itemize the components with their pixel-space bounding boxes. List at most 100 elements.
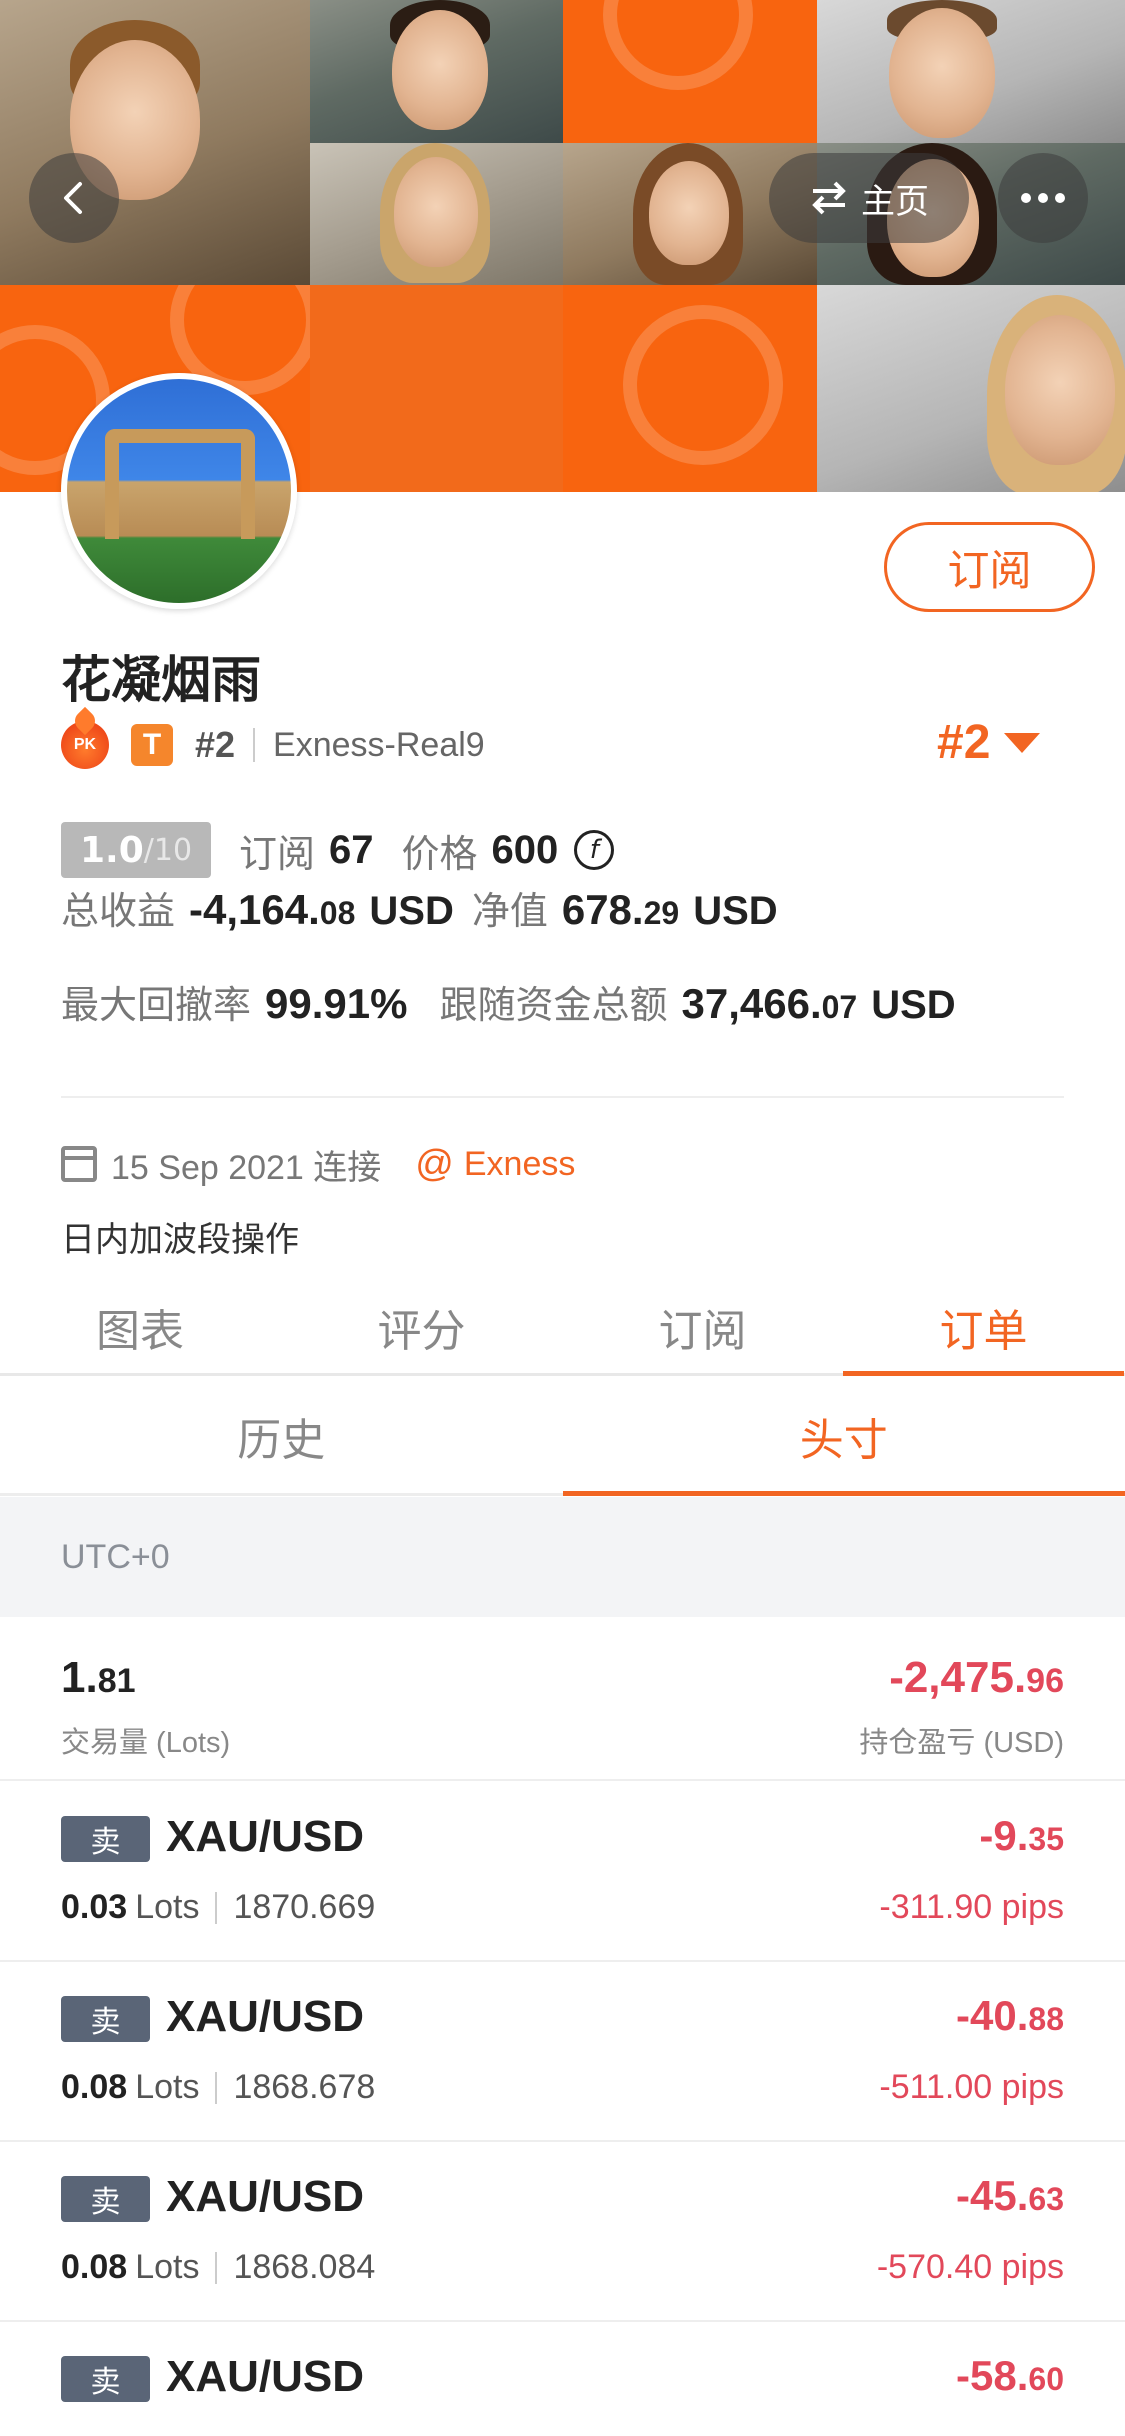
divider bbox=[215, 1891, 218, 1924]
divider bbox=[215, 2251, 218, 2284]
follow-label: 跟随资金总额 bbox=[439, 983, 668, 1027]
position-row[interactable]: 卖 XAU/USD 0.08 Lots 1868.678 -40.88 -511.0… bbox=[0, 1962, 1125, 2142]
broker-account: Exness-Real9 bbox=[273, 725, 485, 764]
stats-row-2: 总收益 -4,164.08 USD 净值 678.29 USD bbox=[61, 880, 796, 940]
position-pl-dec: 35 bbox=[1028, 1821, 1064, 1857]
lots-info: 0.08 Lots 1868.678 bbox=[61, 2068, 375, 2107]
subtab-history[interactable]: 历史 bbox=[0, 1378, 563, 1493]
open-price: 1870.669 bbox=[233, 1888, 376, 1926]
total-profit-value: -4,164.08 bbox=[189, 886, 355, 934]
equity-label: 净值 bbox=[471, 889, 548, 933]
equity-int: 678. bbox=[561, 886, 644, 933]
divider bbox=[61, 1096, 1064, 1098]
at-icon: @ bbox=[415, 1142, 454, 1185]
lots-info: 0.08 Lots 1868.084 bbox=[61, 2248, 375, 2287]
rank-dropdown[interactable]: #2 bbox=[937, 715, 1041, 770]
back-button[interactable] bbox=[29, 153, 119, 243]
position-pl: -58.60 bbox=[956, 2352, 1064, 2400]
home-label: 主页 bbox=[861, 182, 929, 221]
timezone-label: UTC+0 bbox=[61, 1537, 170, 1576]
tab-rating[interactable]: 评分 bbox=[281, 1280, 562, 1373]
floating-pl: -2,475.96 bbox=[889, 1653, 1064, 1703]
position-row[interactable]: 卖 XAU/USD 0.03 Lots 1870.669 -9.35 -311.90… bbox=[0, 1782, 1125, 1962]
price-value: 600 bbox=[491, 827, 559, 872]
position-pl-int: -40. bbox=[956, 1992, 1029, 2039]
stats-row-3: 最大回撤率 99.91% 跟随资金总额 37,466.07 USD bbox=[61, 974, 974, 1034]
tab-subscriptions[interactable]: 订阅 bbox=[562, 1280, 843, 1373]
symbol: XAU/USD bbox=[166, 1812, 365, 1861]
drawdown-value: 99.91% bbox=[265, 980, 408, 1027]
score-denominator: /10 bbox=[143, 832, 193, 868]
badge-row: PK T #2 Exness-Real9 bbox=[61, 718, 485, 772]
score-main: 1.0 bbox=[79, 829, 144, 871]
follow-dec: 07 bbox=[821, 989, 858, 1025]
follow-value: 37,466.07 bbox=[681, 980, 857, 1028]
connect-date: 15 Sep 2021 连接 bbox=[111, 1148, 382, 1187]
positions-summary: 1.81 交易量 (Lots) -2,475.96 持仓盈亏 (USD) bbox=[0, 1617, 1125, 1781]
more-button[interactable] bbox=[998, 153, 1088, 243]
lots-value: 0.08 bbox=[61, 2248, 128, 2286]
symbol: XAU/USD bbox=[166, 1992, 365, 2041]
lots-unit: Lots bbox=[135, 1888, 200, 1926]
position-pips: -311.90 pips bbox=[879, 1888, 1064, 1926]
banner-photo bbox=[817, 0, 1125, 143]
lots-value: 0.08 bbox=[61, 2068, 128, 2106]
caret-down-icon bbox=[1004, 732, 1041, 753]
banner-tile bbox=[563, 0, 817, 143]
banner-tile bbox=[310, 285, 563, 492]
stats-row-1: 1.0/10 订阅 67 价格 600 f bbox=[61, 822, 615, 878]
position-pl: -9.35 bbox=[979, 1812, 1064, 1860]
subs-value: 67 bbox=[329, 827, 374, 872]
symbol: XAU/USD bbox=[166, 2172, 365, 2221]
side-tag: 卖 bbox=[61, 2356, 150, 2402]
subscribe-button[interactable]: 订阅 bbox=[884, 522, 1095, 612]
broker-link[interactable]: Exness bbox=[464, 1145, 576, 1184]
pl-int: -2,475. bbox=[889, 1653, 1027, 1702]
position-pl-dec: 60 bbox=[1028, 2361, 1064, 2397]
position-pl-dec: 88 bbox=[1028, 2001, 1064, 2037]
position-row[interactable]: 卖 XAU/USD -58.60 bbox=[0, 2322, 1125, 2436]
position-pl-dec: 63 bbox=[1028, 2181, 1064, 2217]
lots-info: 0.03 Lots 1870.669 bbox=[61, 1888, 375, 1927]
lots-unit: Lots bbox=[135, 2068, 200, 2106]
volume-dec: 81 bbox=[97, 1662, 136, 1700]
score-badge: 1.0/10 bbox=[61, 822, 211, 878]
position-pl-int: -58. bbox=[956, 2352, 1029, 2399]
trader-description: 日内加波段操作 bbox=[61, 1220, 299, 1260]
subtab-positions[interactable]: 头寸 bbox=[562, 1378, 1125, 1496]
position-pl: -45.63 bbox=[956, 2172, 1064, 2220]
volume-int: 1. bbox=[61, 1653, 98, 1702]
drawdown-label: 最大回撤率 bbox=[61, 983, 252, 1027]
trader-t-icon[interactable]: T bbox=[131, 724, 173, 766]
divider bbox=[253, 728, 256, 762]
back-chevron-icon bbox=[64, 182, 82, 214]
follow-int: 37,466. bbox=[681, 980, 822, 1027]
equity-unit: USD bbox=[693, 889, 778, 933]
tab-orders[interactable]: 订单 bbox=[843, 1280, 1124, 1376]
trader-name: 花凝烟雨 bbox=[61, 651, 261, 709]
position-pl: -40.88 bbox=[956, 1992, 1064, 2040]
side-tag: 卖 bbox=[61, 1996, 150, 2042]
divider bbox=[215, 2071, 218, 2104]
avatar-image bbox=[105, 429, 255, 539]
swap-icon bbox=[812, 181, 846, 215]
position-row[interactable]: 卖 XAU/USD 0.08 Lots 1868.084 -45.63 -570.4… bbox=[0, 2142, 1125, 2322]
price-label: 价格 bbox=[401, 831, 478, 876]
position-pips: -570.40 pips bbox=[876, 2248, 1064, 2286]
equity-value: 678.29 bbox=[562, 886, 679, 934]
avatar[interactable] bbox=[61, 373, 297, 609]
home-button[interactable]: 主页 bbox=[769, 153, 969, 243]
open-price: 1868.678 bbox=[233, 2068, 376, 2106]
rank-big-label: #2 bbox=[937, 716, 991, 769]
tab-chart[interactable]: 图表 bbox=[0, 1280, 281, 1373]
side-tag: 卖 bbox=[61, 1816, 150, 1862]
calendar-icon bbox=[61, 1146, 97, 1182]
symbol: XAU/USD bbox=[166, 2352, 365, 2401]
banner-photo bbox=[817, 285, 1125, 492]
position-pl-int: -9. bbox=[979, 1812, 1029, 1859]
pk-flame-icon[interactable]: PK bbox=[61, 721, 109, 769]
total-profit-unit: USD bbox=[369, 889, 454, 933]
more-dots-icon bbox=[1021, 193, 1065, 203]
position-pips: -511.00 pips bbox=[879, 2068, 1064, 2106]
side-tag: 卖 bbox=[61, 2176, 150, 2222]
